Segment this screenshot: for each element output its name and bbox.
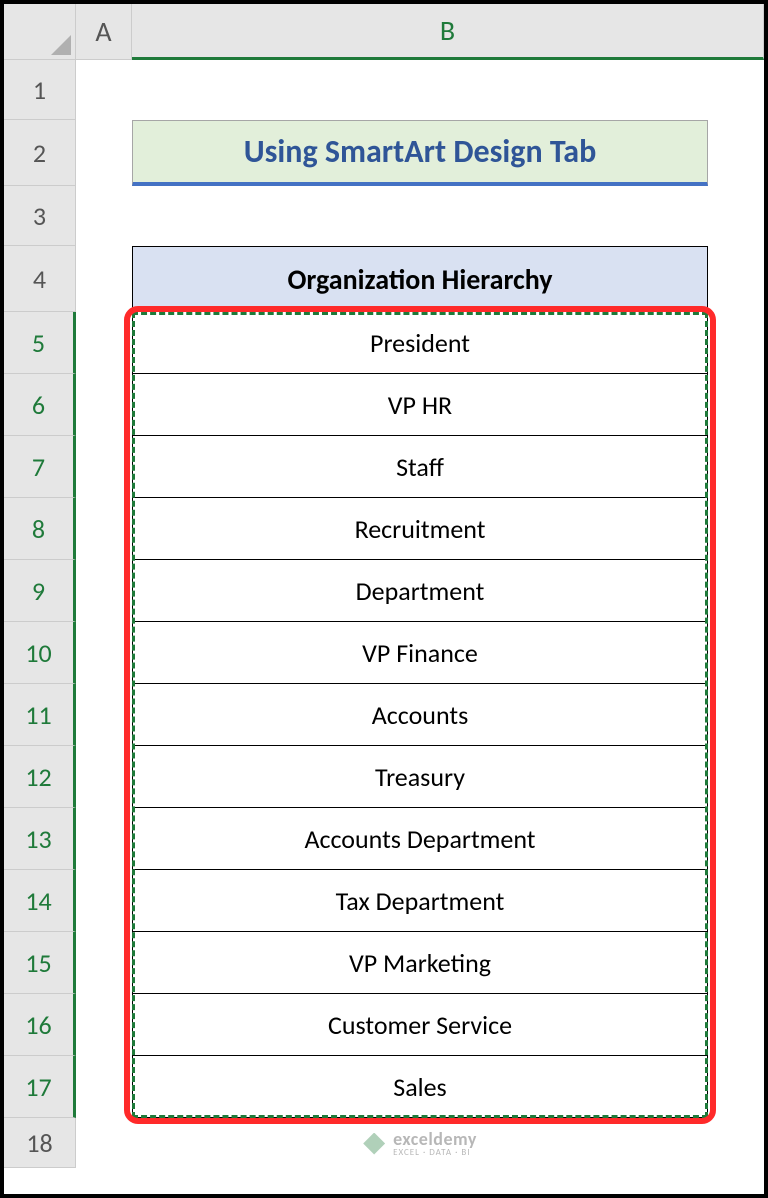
row-label: 18 bbox=[26, 1127, 52, 1159]
cell-text: Accounts Department bbox=[304, 823, 535, 855]
row-label: 2 bbox=[33, 137, 46, 169]
row-header-17[interactable]: 17 bbox=[4, 1056, 76, 1118]
cell-text: VP HR bbox=[388, 389, 452, 421]
table-header-cell[interactable]: Organization Hierarchy bbox=[132, 246, 708, 312]
row-header-15[interactable]: 15 bbox=[4, 932, 76, 994]
cell-text: Accounts bbox=[372, 699, 468, 731]
row-label: 14 bbox=[25, 885, 51, 917]
row-label: 15 bbox=[25, 947, 51, 979]
row-label: 8 bbox=[32, 513, 45, 545]
select-all-corner[interactable] bbox=[4, 4, 76, 60]
cell-area: Using SmartArt Design Tab Organization H… bbox=[76, 60, 764, 1194]
table-row[interactable]: Treasury bbox=[132, 746, 708, 808]
table-header-text: Organization Hierarchy bbox=[287, 262, 552, 297]
row-label: 12 bbox=[25, 761, 51, 793]
row-header-14[interactable]: 14 bbox=[4, 870, 76, 932]
row-header-2[interactable]: 2 bbox=[4, 120, 76, 186]
row-header-16[interactable]: 16 bbox=[4, 994, 76, 1056]
title-text: Using SmartArt Design Tab bbox=[244, 132, 596, 171]
row-header-8[interactable]: 8 bbox=[4, 498, 76, 560]
table-row[interactable]: Accounts Department bbox=[132, 808, 708, 870]
row-label: 10 bbox=[25, 637, 51, 669]
cell-text: Sales bbox=[393, 1071, 446, 1103]
table-row[interactable]: President bbox=[132, 312, 708, 374]
row-label: 4 bbox=[33, 263, 46, 295]
row-header-7[interactable]: 7 bbox=[4, 436, 76, 498]
cell-text: Treasury bbox=[375, 761, 465, 793]
col-label: A bbox=[95, 14, 111, 49]
row-header-3[interactable]: 3 bbox=[4, 186, 76, 246]
row-header-13[interactable]: 13 bbox=[4, 808, 76, 870]
row-header-9[interactable]: 9 bbox=[4, 560, 76, 622]
row-header-12[interactable]: 12 bbox=[4, 746, 76, 808]
watermark-text: exceldemy EXCEL · DATA · BI bbox=[393, 1130, 477, 1157]
cell-text: Department bbox=[356, 575, 485, 607]
table-row[interactable]: Accounts bbox=[132, 684, 708, 746]
row-label: 7 bbox=[32, 451, 45, 483]
row-header-18[interactable]: 18 bbox=[4, 1118, 76, 1168]
table-row[interactable]: VP Marketing bbox=[132, 932, 708, 994]
cell-text: VP Marketing bbox=[349, 947, 491, 979]
cell-text: Customer Service bbox=[328, 1009, 512, 1041]
row-label: 16 bbox=[25, 1009, 51, 1041]
row-label: 5 bbox=[32, 327, 45, 359]
select-all-icon bbox=[51, 35, 71, 55]
row-label: 6 bbox=[32, 389, 45, 421]
row-header-11[interactable]: 11 bbox=[4, 684, 76, 746]
row-header-6[interactable]: 6 bbox=[4, 374, 76, 436]
watermark: exceldemy EXCEL · DATA · BI bbox=[363, 1130, 477, 1157]
row-label: 3 bbox=[33, 200, 46, 232]
cell-text: VP Finance bbox=[362, 637, 478, 669]
row-label: 17 bbox=[25, 1071, 51, 1103]
row-header-10[interactable]: 10 bbox=[4, 622, 76, 684]
row-label: 13 bbox=[25, 823, 51, 855]
table-row[interactable]: Sales bbox=[132, 1056, 708, 1118]
spreadsheet: A B Using SmartArt Design Tab Organizati… bbox=[4, 4, 764, 1194]
table-row[interactable]: Staff bbox=[132, 436, 708, 498]
table-row[interactable]: Recruitment bbox=[132, 498, 708, 560]
column-header-B[interactable]: B bbox=[132, 4, 764, 60]
cell-text: Tax Department bbox=[336, 885, 505, 917]
row-header-5[interactable]: 5 bbox=[4, 312, 76, 374]
row-label: 11 bbox=[25, 699, 51, 731]
column-header-A[interactable]: A bbox=[76, 4, 132, 60]
title-cell[interactable]: Using SmartArt Design Tab bbox=[132, 120, 708, 186]
watermark-icon bbox=[363, 1133, 385, 1155]
table-row[interactable]: VP Finance bbox=[132, 622, 708, 684]
table-row[interactable]: Department bbox=[132, 560, 708, 622]
cell-text: President bbox=[370, 327, 470, 359]
row-header-1[interactable]: 1 bbox=[4, 60, 76, 120]
table-row[interactable]: Customer Service bbox=[132, 994, 708, 1056]
cell-text: Recruitment bbox=[355, 513, 486, 545]
table-row[interactable]: Tax Department bbox=[132, 870, 708, 932]
col-label: B bbox=[440, 13, 455, 48]
row-label: 1 bbox=[33, 74, 46, 106]
row-label: 9 bbox=[32, 575, 45, 607]
table-row[interactable]: VP HR bbox=[132, 374, 708, 436]
row-header-4[interactable]: 4 bbox=[4, 246, 76, 312]
cell-text: Staff bbox=[396, 451, 444, 483]
